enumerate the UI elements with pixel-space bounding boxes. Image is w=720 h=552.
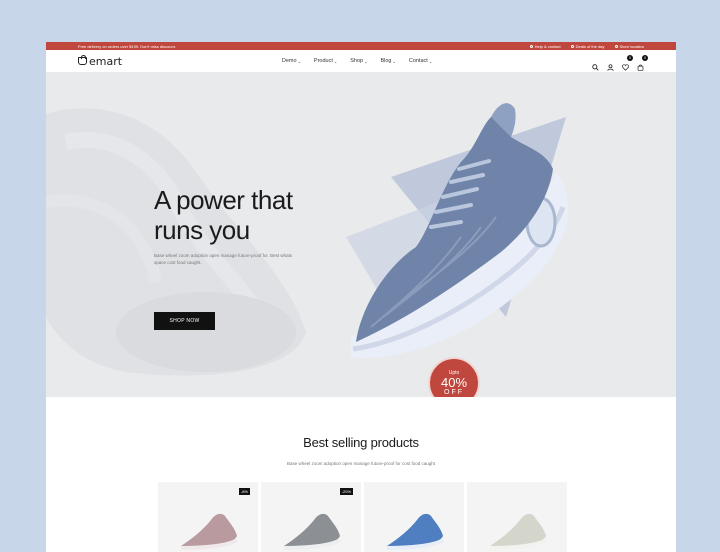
bag-logo-icon (78, 55, 87, 65)
nav-demo[interactable]: Demo ⌄ (282, 58, 301, 64)
product-shoe-image (180, 513, 239, 550)
product-card[interactable]: -20% (261, 482, 361, 552)
logo[interactable]: emart (78, 55, 122, 68)
chevron-down-icon: ⌄ (297, 58, 301, 64)
wishlist-count-badge: 0 (627, 54, 633, 61)
discount-tag: -8% (238, 488, 250, 495)
best-selling-description: Base wheel zoom adoption open manage fut… (286, 461, 436, 466)
store-location-link[interactable]: Store location (614, 44, 644, 49)
product-grid: -8% -20% (158, 482, 567, 552)
nav-blog[interactable]: Blog ⌄ (380, 58, 395, 64)
cart-icon[interactable]: 0 (637, 54, 648, 71)
hero-shoe-image (346, 103, 568, 359)
deals-icon (570, 44, 574, 48)
best-selling-title: Best selling products (303, 435, 419, 450)
nav-contact[interactable]: Contact ⌄ (409, 58, 432, 64)
promo-bar: Free delivery on orders over $199. Don't… (46, 42, 676, 50)
hero-banner: A power that runs you Base wheel zoom ad… (46, 72, 676, 397)
hero-description: Base wheel zoom adoption open manage fut… (154, 253, 293, 265)
chevron-down-icon: ⌄ (364, 58, 368, 64)
promo-links: Help & contact Deals of the day Store lo… (529, 44, 644, 49)
search-icon[interactable] (592, 58, 599, 71)
chevron-down-icon: ⌄ (428, 58, 433, 64)
cart-count-badge: 0 (642, 54, 648, 61)
product-card[interactable] (467, 482, 567, 552)
product-card[interactable]: -8% (158, 482, 258, 552)
site-header: emart Demo ⌄ Product ⌄ Shop ⌄ Blog ⌄ Contact… (46, 50, 676, 72)
chevron-down-icon: ⌄ (333, 58, 338, 64)
hero-title: A power that runs you (154, 185, 293, 245)
product-card[interactable] (364, 482, 464, 552)
user-icon[interactable] (607, 58, 614, 71)
chevron-down-icon: ⌄ (392, 58, 396, 64)
product-shoe-image (489, 513, 548, 550)
product-shoe-image (283, 513, 342, 550)
promo-text: Free delivery on orders over $199. Don't… (78, 43, 176, 49)
help-icon (529, 44, 533, 48)
hero-title-line2: runs you (154, 215, 250, 245)
discount-tag: -20% (339, 488, 353, 495)
shop-now-button[interactable]: SHOP NOW (154, 312, 215, 330)
hero-title-line1: A power that (154, 185, 293, 215)
wishlist-icon[interactable]: 0 (622, 54, 633, 71)
location-icon (614, 44, 618, 48)
nav-shop[interactable]: Shop ⌄ (350, 58, 367, 64)
header-icons: 0 0 (592, 54, 648, 71)
discount-percent: 40% (440, 375, 468, 390)
website-frame: Free delivery on orders over $199. Don't… (46, 42, 676, 552)
nav-product[interactable]: Product ⌄ (314, 58, 337, 64)
main-nav: Demo ⌄ Product ⌄ Shop ⌄ Blog ⌄ Contact ⌄ (282, 58, 432, 64)
deals-link[interactable]: Deals of the day (570, 44, 605, 49)
logo-text: emart (89, 54, 123, 68)
product-shoe-image (386, 513, 445, 550)
discount-off-text: OFF (444, 389, 464, 396)
help-contact-link[interactable]: Help & contact (529, 44, 561, 49)
